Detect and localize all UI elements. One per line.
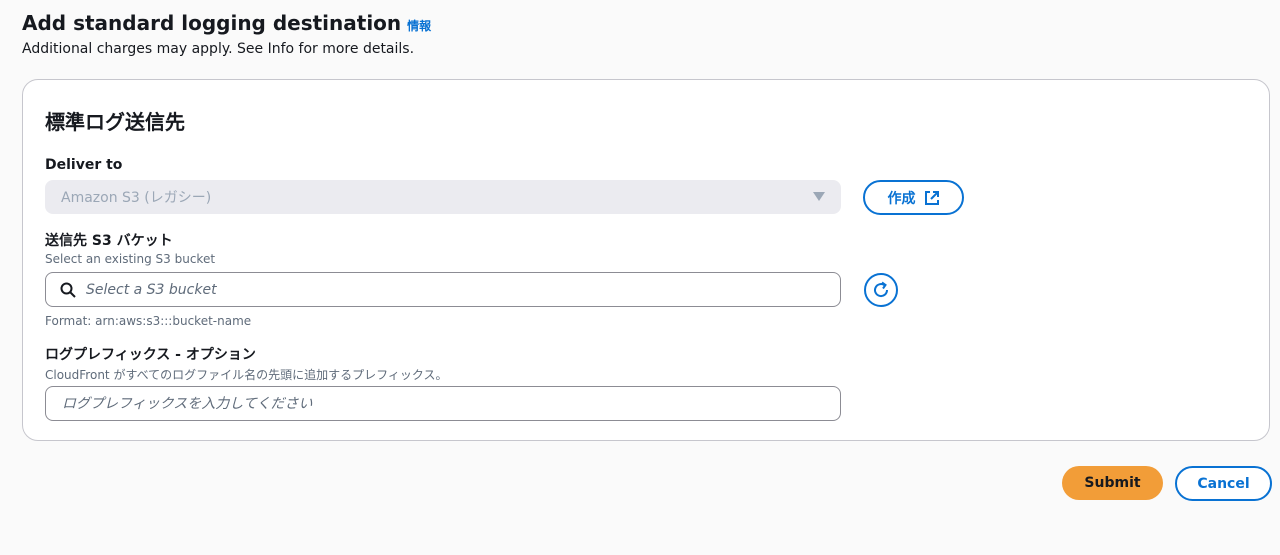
- deliver-to-selected-value: Amazon S3 (レガシー): [61, 190, 212, 206]
- create-button-label: 作成: [887, 190, 916, 207]
- panel-title: 標準ログ送信先: [45, 110, 185, 134]
- page-title: Add standard logging destination 情報: [22, 11, 431, 35]
- caret-down-icon: [813, 192, 825, 201]
- create-button[interactable]: 作成: [863, 180, 964, 215]
- deliver-to-label: Deliver to: [45, 157, 123, 173]
- deliver-to-select: Amazon S3 (レガシー): [45, 180, 841, 214]
- page-description: Additional charges may apply. See Info f…: [22, 41, 415, 57]
- bucket-search-field: [45, 272, 841, 307]
- search-icon: [60, 282, 76, 298]
- cancel-button[interactable]: Cancel: [1175, 466, 1272, 501]
- bucket-description: Select an existing S3 bucket: [45, 252, 216, 266]
- refresh-button[interactable]: [864, 273, 898, 307]
- bucket-label: 送信先 S3 バケット: [45, 233, 173, 249]
- prefix-label: ログプレフィックス - オプション: [45, 347, 256, 363]
- page-title-text: Add standard logging destination: [22, 11, 402, 35]
- logging-destination-panel: 標準ログ送信先 Deliver to Amazon S3 (レガシー) 作成 送…: [22, 79, 1270, 441]
- bucket-search-input[interactable]: [84, 272, 840, 307]
- prefix-description: CloudFront がすべてのログファイル名の先頭に追加するプレフィックス。: [45, 368, 448, 382]
- refresh-icon: [871, 280, 891, 300]
- prefix-field: [45, 386, 841, 421]
- prefix-input[interactable]: [60, 386, 840, 421]
- submit-button[interactable]: Submit: [1062, 466, 1163, 500]
- bucket-format-hint: Format: arn:aws:s3:::bucket-name: [45, 314, 252, 328]
- info-link[interactable]: 情報: [407, 19, 431, 33]
- external-link-icon: [924, 190, 940, 206]
